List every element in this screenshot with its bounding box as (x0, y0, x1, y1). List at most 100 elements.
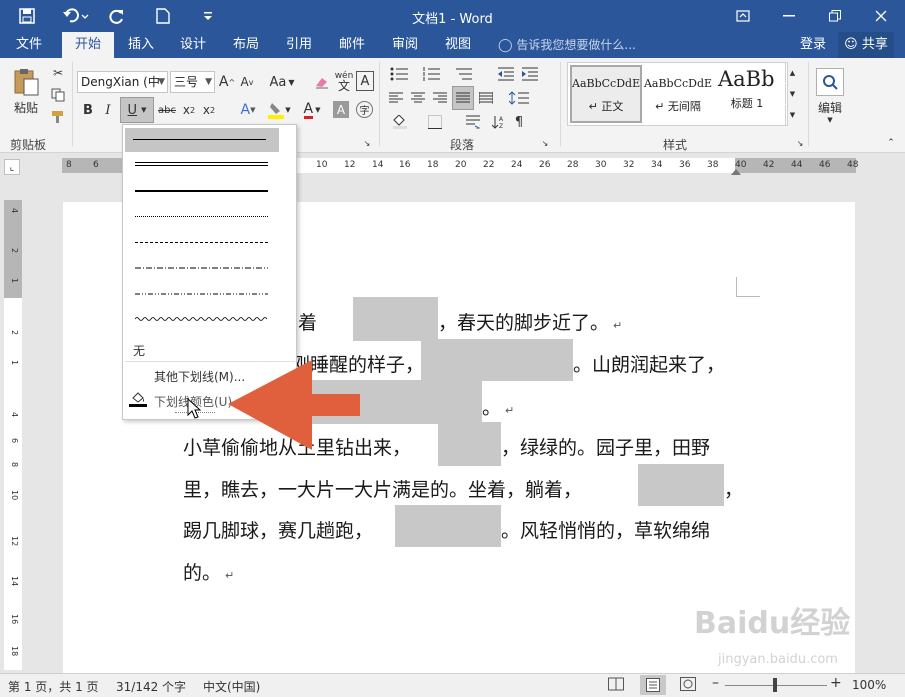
font-size-combo[interactable]: 三号 ▼ (170, 71, 215, 93)
align-center-icon[interactable] (408, 88, 428, 108)
underline-option-single[interactable] (125, 128, 279, 152)
person-icon: ☺ (844, 37, 858, 52)
tab-selector-icon[interactable]: ⌞ (4, 159, 20, 175)
character-shading-icon[interactable]: A (333, 101, 349, 118)
text-effects-icon[interactable]: A ▼ (235, 99, 261, 121)
underline-option-dash-dot-dot[interactable] (125, 283, 279, 307)
font-color-icon[interactable]: A ▼ (298, 99, 326, 121)
ruler-number: 20 (455, 160, 467, 170)
underline-option-dashed[interactable] (125, 231, 279, 255)
tab-mailings[interactable]: 邮件 (329, 32, 375, 58)
red-arrow-annotation (228, 360, 360, 450)
font-dialog-launcher-icon[interactable]: ↘ (362, 138, 372, 148)
shading-icon[interactable] (386, 112, 416, 132)
read-mode-icon[interactable] (608, 677, 624, 694)
subscript-icon[interactable]: x2 (180, 99, 198, 121)
multilevel-list-icon[interactable] (450, 64, 478, 84)
style-no-spacing[interactable]: AaBbCcDdE ↵ 无间隔 (642, 65, 714, 123)
zoom-out-button[interactable]: – (712, 675, 719, 691)
format-painter-icon[interactable] (48, 108, 68, 126)
style-heading-1[interactable]: AaBb 标题 1 (714, 65, 780, 123)
change-case-button[interactable]: Aa ▼ (267, 71, 297, 93)
phonetic-guide-icon[interactable]: wén 文 (334, 68, 354, 94)
superscript-icon[interactable]: x2 (200, 99, 218, 121)
underline-icon: U (127, 102, 138, 118)
style-normal[interactable]: AaBbCcDdE ↵ 正文 (570, 65, 642, 123)
tab-layout[interactable]: 布局 (223, 32, 269, 58)
underline-option-none[interactable]: 无 (133, 342, 145, 359)
tab-home[interactable]: 开始 (62, 32, 114, 58)
collapse-ribbon-icon[interactable]: ⌃ (884, 138, 898, 148)
styles-scroll-up-icon[interactable]: ▲ (785, 63, 799, 83)
paste-button[interactable]: 粘贴 (8, 62, 44, 120)
grow-font-icon[interactable]: A ^ (218, 71, 236, 93)
ribbon-display-icon[interactable] (720, 0, 766, 32)
strikethrough-icon[interactable]: abc (157, 99, 177, 121)
separator (808, 62, 809, 146)
login-link[interactable]: 登录 (796, 32, 830, 58)
borders-icon[interactable] (420, 112, 450, 132)
clear-formatting-icon[interactable] (312, 71, 332, 93)
underline-button[interactable]: U ▼ (120, 97, 154, 123)
language[interactable]: 中文(中国) (203, 678, 260, 695)
close-icon[interactable] (858, 0, 904, 32)
zoom-slider-thumb[interactable] (773, 678, 777, 692)
justify-icon[interactable] (452, 86, 474, 110)
chevron-down-icon: ▼ (205, 77, 212, 87)
ruler-number: 28 (567, 160, 579, 170)
tab-file[interactable]: 文件 (6, 32, 52, 58)
paragraph-dialog-launcher-icon[interactable]: ↘ (540, 138, 550, 148)
underline-option-dash-dot[interactable] (125, 257, 279, 281)
doc-line-3b: 。 ↵ (482, 397, 515, 419)
bold-icon[interactable]: B (80, 99, 96, 121)
underline-option-wave[interactable] (125, 308, 279, 332)
italic-icon[interactable]: I (100, 99, 116, 121)
tell-me-box[interactable]: ◯ 告诉我您想要做什么... (498, 32, 648, 58)
enclose-characters-icon[interactable]: 字 (356, 101, 373, 118)
page-count[interactable]: 第 1 页，共 1 页 (8, 678, 99, 695)
sort-icon[interactable]: AZ (490, 112, 508, 132)
distributed-icon[interactable] (476, 88, 496, 108)
right-indent-marker[interactable] (731, 169, 741, 175)
word-count[interactable]: 31/142 个字 (116, 678, 186, 695)
asian-layout-icon[interactable] (462, 112, 484, 132)
restore-icon[interactable] (812, 0, 858, 32)
align-right-icon[interactable] (430, 88, 450, 108)
numbering-icon[interactable] (418, 64, 446, 84)
tab-review[interactable]: 审阅 (382, 32, 428, 58)
align-left-icon[interactable] (386, 88, 406, 108)
ruler-number: 1 (10, 278, 19, 284)
decrease-indent-icon[interactable] (496, 64, 516, 84)
editing-button[interactable]: 编辑 ▼ (812, 64, 848, 128)
underline-option-double[interactable] (125, 154, 279, 178)
tab-insert[interactable]: 插入 (118, 32, 164, 58)
shrink-font-icon[interactable]: Av (238, 71, 256, 93)
tab-view[interactable]: 视图 (435, 32, 481, 58)
zoom-in-button[interactable]: + (830, 675, 842, 691)
character-border-icon[interactable]: A (356, 71, 374, 91)
bullets-icon[interactable] (386, 64, 414, 84)
styles-dialog-launcher-icon[interactable]: ↘ (795, 138, 805, 148)
ruler-number: 18 (427, 160, 439, 170)
vertical-ruler[interactable]: 4 2 1 2 1 4 6 8 10 12 14 16 18 (4, 200, 22, 670)
web-layout-icon[interactable] (680, 677, 696, 694)
styles-more-icon[interactable]: ▼ (785, 105, 799, 125)
underline-option-thick[interactable] (125, 180, 279, 204)
font-name-combo[interactable]: DengXian (中 ▼ (77, 71, 168, 93)
cut-icon[interactable]: ✂ (48, 64, 68, 82)
ruler-number: 12 (344, 160, 356, 170)
copy-icon[interactable] (48, 86, 68, 104)
zoom-level[interactable]: 100% (852, 678, 886, 692)
tab-design[interactable]: 设计 (170, 32, 216, 58)
styles-scroll-down-icon[interactable]: ▼ (785, 84, 799, 104)
minimize-icon[interactable] (766, 0, 812, 32)
show-hide-marks-icon[interactable]: ¶ (510, 112, 528, 132)
share-button[interactable]: ☺ 共享 (838, 32, 894, 58)
increase-indent-icon[interactable] (520, 64, 540, 84)
underline-option-dotted[interactable] (125, 205, 279, 229)
line-spacing-icon[interactable] (504, 88, 534, 108)
tab-references[interactable]: 引用 (276, 32, 322, 58)
margin-corner-mark (736, 277, 760, 297)
print-layout-icon[interactable] (640, 675, 666, 695)
highlight-color-icon[interactable]: ▼ (264, 99, 294, 121)
